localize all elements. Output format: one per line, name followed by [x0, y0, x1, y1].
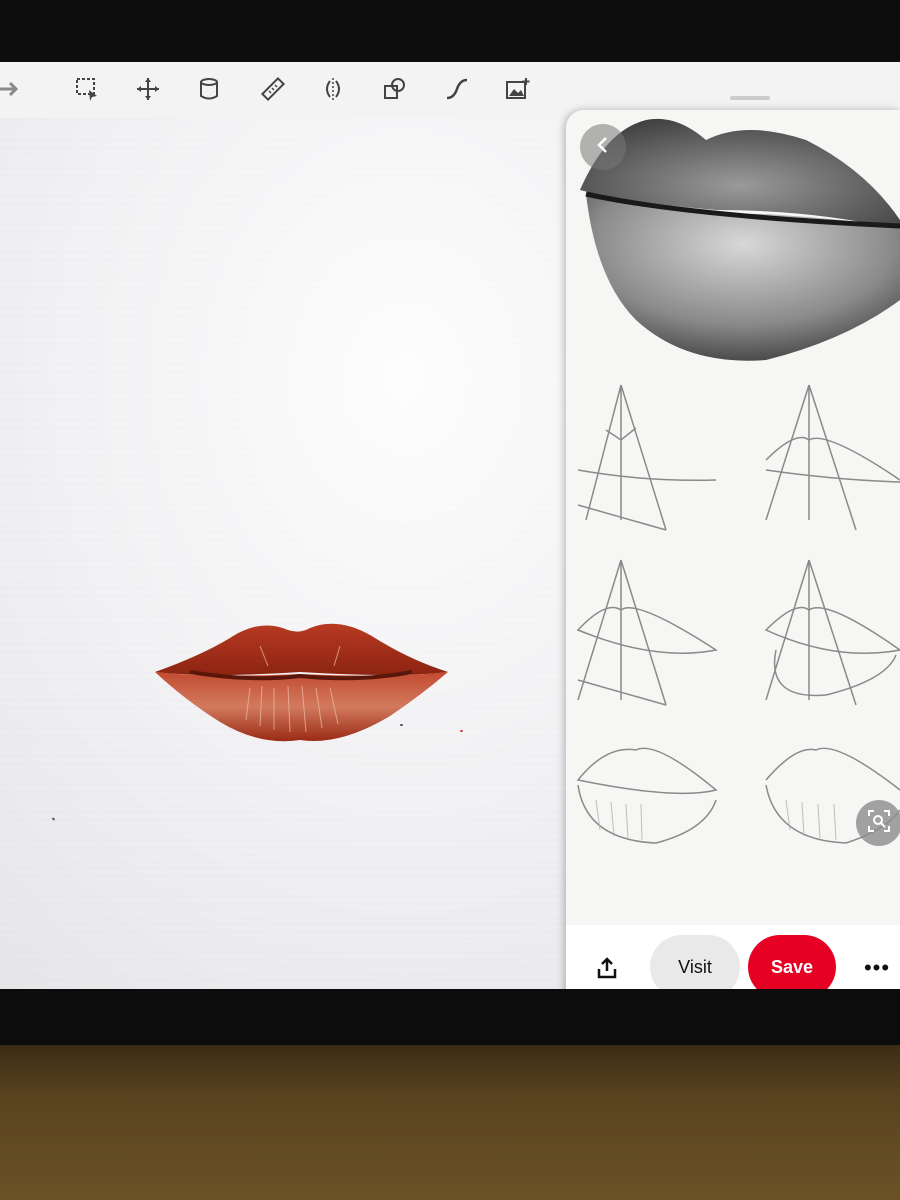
panel-drag-handle[interactable]	[730, 96, 770, 100]
tablet-bezel-top	[0, 0, 900, 62]
share-icon	[596, 956, 618, 984]
insert-image-icon[interactable]	[503, 74, 533, 104]
canvas-speck	[51, 817, 56, 821]
lens-search-icon	[867, 809, 891, 838]
selection-icon[interactable]	[72, 74, 102, 104]
curve-icon[interactable]	[442, 74, 472, 104]
paint-bucket-icon[interactable]	[194, 74, 224, 104]
back-button[interactable]	[580, 124, 626, 170]
move-icon[interactable]	[133, 74, 163, 104]
share-button[interactable]	[592, 955, 622, 985]
red-lips-drawing	[155, 623, 448, 742]
canvas-speck	[460, 730, 463, 732]
more-options-button[interactable]: •••	[862, 953, 892, 983]
canvas-speck	[400, 724, 403, 726]
wooden-desk	[0, 1045, 900, 1200]
chevron-left-icon	[594, 136, 612, 159]
tablet-bezel-bottom	[0, 989, 900, 1045]
reference-panel: Visit Save •••	[566, 110, 900, 1026]
symmetry-icon[interactable]	[318, 74, 348, 104]
visual-search-button[interactable]	[856, 800, 900, 846]
arrow-icon[interactable]	[0, 74, 24, 104]
ruler-icon[interactable]	[258, 74, 288, 104]
shapes-icon[interactable]	[380, 74, 410, 104]
lips-reference-image	[566, 110, 900, 925]
tablet-device: Visit Save •••	[0, 0, 900, 1045]
